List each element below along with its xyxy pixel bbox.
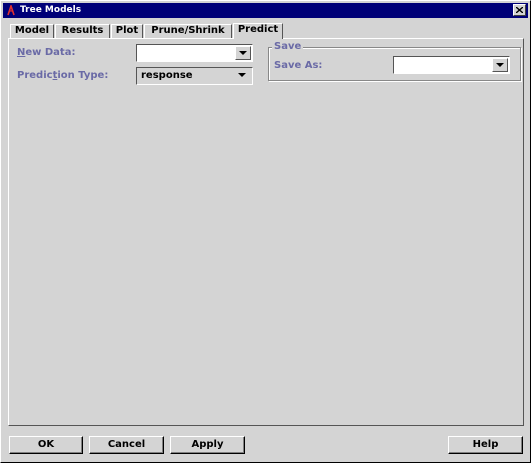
apply-button[interactable]: Apply (170, 436, 245, 454)
tab-results[interactable]: Results (55, 24, 110, 38)
save-group-legend: Save (272, 41, 304, 53)
chevron-down-icon (239, 51, 247, 55)
chevron-down-icon (496, 63, 504, 67)
chevron-down-icon (238, 73, 246, 77)
predict-panel (8, 38, 524, 426)
tab-plot[interactable]: Plot (111, 24, 143, 38)
new-data-combo[interactable] (136, 44, 253, 62)
title-bar[interactable]: Tree Models (3, 3, 528, 18)
close-button[interactable] (513, 4, 526, 16)
tab-predict[interactable]: Predict (233, 23, 283, 39)
window-title: Tree Models (20, 5, 82, 15)
close-icon (516, 7, 523, 13)
prediction-type-dropdown-button[interactable] (235, 69, 251, 83)
save-as-dropdown-button[interactable] (492, 58, 508, 72)
tab-model[interactable]: Model (10, 24, 54, 38)
new-data-label: New Data: (17, 47, 76, 58)
tab-prune-shrink[interactable]: Prune/Shrink (144, 24, 232, 38)
prediction-type-combo[interactable]: response (136, 67, 253, 85)
prediction-type-value: response (141, 70, 193, 81)
new-data-dropdown-button[interactable] (235, 46, 251, 60)
ok-button[interactable]: OK (9, 436, 83, 454)
help-button[interactable]: Help (448, 436, 523, 454)
dialog-window: Tree Models Model Results Plot Prune/Shr… (0, 0, 531, 463)
cancel-button[interactable]: Cancel (89, 436, 164, 454)
save-as-label: Save As: (274, 60, 323, 71)
save-as-combo[interactable] (393, 56, 510, 74)
tree-app-icon (7, 5, 15, 16)
prediction-type-label: Prediction Type: (17, 70, 109, 81)
